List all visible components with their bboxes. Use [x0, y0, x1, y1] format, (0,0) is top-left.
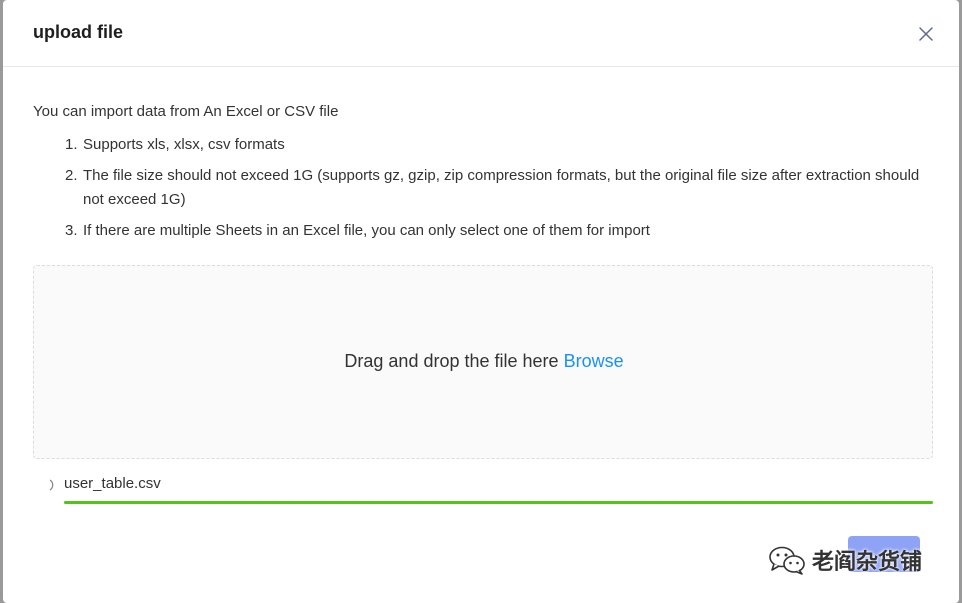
- rule-item: 1. Supports xls, xlsx, csv formats: [65, 133, 933, 157]
- rule-text: Supports xls, xlsx, csv formats: [83, 136, 285, 153]
- upload-progress-fill: [64, 501, 933, 504]
- loading-icon: [47, 478, 57, 491]
- file-name: user_table.csv: [64, 475, 161, 492]
- upload-dialog: upload file You can import data from An …: [3, 0, 959, 603]
- close-icon[interactable]: [916, 24, 936, 44]
- dialog-header: upload file: [3, 0, 959, 67]
- upload-file-item: user_table.csv: [33, 472, 933, 508]
- wechat-icon: [768, 545, 806, 575]
- dropzone-text: Drag and drop the file here: [344, 351, 559, 371]
- rule-item: 3. If there are multiple Sheets in an Ex…: [65, 219, 933, 243]
- rules-list: 1. Supports xls, xlsx, csv formats 2. Th…: [65, 133, 933, 250]
- file-dropzone[interactable]: Drag and drop the file here Browse: [33, 265, 933, 459]
- browse-link[interactable]: Browse: [564, 351, 624, 371]
- upload-progress-track: [64, 501, 933, 504]
- rule-number: 1.: [65, 136, 78, 153]
- rule-item: 2. The file size should not exceed 1G (s…: [65, 164, 933, 212]
- watermark: 老阎杂货铺: [768, 544, 922, 576]
- rule-text: If there are multiple Sheets in an Excel…: [83, 222, 650, 239]
- watermark-text: 老阎杂货铺: [812, 550, 923, 575]
- dropzone-prompt: Drag and drop the file here Browse: [34, 351, 934, 372]
- dialog-title: upload file: [33, 22, 123, 42]
- rule-number: 3.: [65, 222, 78, 239]
- intro-text: You can import data from An Excel or CSV…: [33, 103, 339, 120]
- rule-number: 2.: [65, 167, 78, 184]
- rule-text: The file size should not exceed 1G (supp…: [83, 167, 920, 208]
